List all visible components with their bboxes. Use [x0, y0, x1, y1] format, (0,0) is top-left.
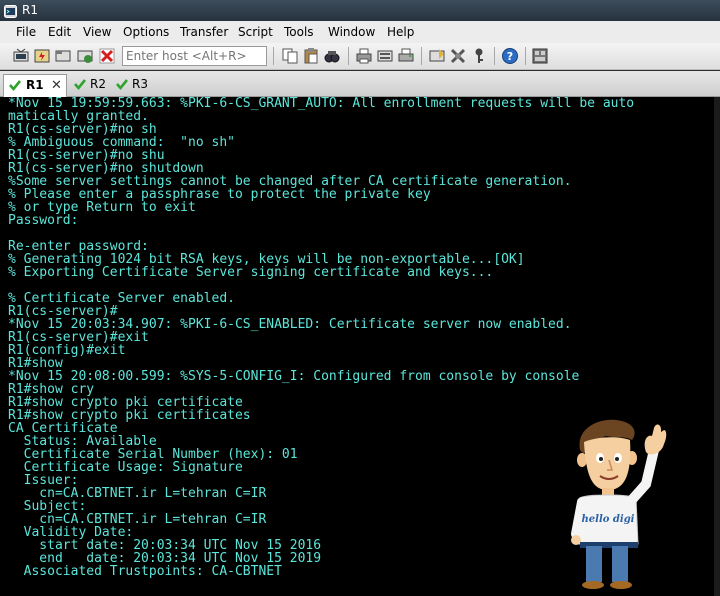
terminal-line: % or type Return to exit: [8, 200, 196, 215]
help-icon[interactable]: ?: [501, 47, 519, 65]
terminal-line: Associated Trustpoints: CA-CBTNET: [8, 564, 282, 579]
toolbar-separator: [525, 47, 526, 65]
host-input[interactable]: [122, 46, 267, 66]
menu-edit[interactable]: Edit: [46, 21, 73, 43]
window-title: R1: [22, 3, 38, 17]
svg-text:?: ?: [507, 50, 513, 63]
tab-r2[interactable]: R2: [74, 74, 110, 97]
disconnect-icon[interactable]: [98, 47, 116, 65]
mascot-shirt-text: hello digi: [582, 514, 635, 525]
app-icon: [4, 4, 17, 18]
tab-label: R3: [132, 77, 148, 91]
connect-in-tab-icon[interactable]: [54, 47, 72, 65]
menu-bar: File Edit View Options Transfer Script T…: [0, 21, 720, 43]
menu-transfer[interactable]: Transfer: [178, 21, 230, 43]
terminal-line: cn=CA.CBTNET.ir L=tehran C=IR: [8, 486, 267, 501]
copy-icon[interactable]: [281, 47, 299, 65]
print-icon[interactable]: [355, 47, 373, 65]
terminal-line: Certificate Usage: Signature: [8, 460, 243, 475]
session-options-icon[interactable]: [428, 47, 446, 65]
terminal-scrollbar[interactable]: [714, 97, 720, 596]
tab-close-icon[interactable]: ✕: [51, 75, 62, 96]
waving-mascot-image: hello digi: [571, 419, 667, 589]
terminal-line: % Exporting Certificate Server signing c…: [8, 265, 494, 280]
menu-tools[interactable]: Tools: [282, 21, 316, 43]
terminal-text: *Nov 15 19:59:59.663: %PKI-6-CS_GRANT_AU…: [8, 97, 634, 578]
window-titlebar: R1: [0, 0, 720, 21]
key-icon[interactable]: [470, 47, 488, 65]
terminal-line: R1(config)#exit: [8, 343, 126, 358]
session-tab-bar: R1 ✕ R2 R3: [0, 71, 720, 97]
toolbar: ?: [0, 43, 720, 70]
terminal-line: *Nov 15 20:08:00.599: %SYS-5-CONFIG_I: C…: [8, 369, 580, 384]
find-icon[interactable]: [323, 47, 341, 65]
tab-label: R2: [90, 77, 106, 91]
tab-label: R1: [26, 78, 44, 92]
menu-window[interactable]: Window: [326, 21, 377, 43]
connected-check-icon: [9, 80, 21, 91]
toolbar-separator: [273, 47, 274, 65]
print-screen-icon[interactable]: [397, 47, 415, 65]
menu-help[interactable]: Help: [385, 21, 416, 43]
terminal-line: Password:: [8, 213, 79, 228]
menu-options[interactable]: Options: [121, 21, 171, 43]
tab-r3[interactable]: R3: [116, 74, 152, 97]
paste-icon[interactable]: [302, 47, 320, 65]
menu-script[interactable]: Script: [236, 21, 275, 43]
print-setup-icon[interactable]: [376, 47, 394, 65]
toolbar-separator: [348, 47, 349, 65]
connect-icon[interactable]: [12, 47, 30, 65]
menu-file[interactable]: File: [14, 21, 38, 43]
menu-view[interactable]: View: [81, 21, 113, 43]
toolbar-separator: [421, 47, 422, 65]
map-keys-icon[interactable]: [531, 47, 549, 65]
toolbar-separator: [494, 47, 495, 65]
reconnect-icon[interactable]: [76, 47, 94, 65]
terminal-output[interactable]: *Nov 15 19:59:59.663: %PKI-6-CS_GRANT_AU…: [0, 97, 714, 596]
connected-check-icon: [116, 79, 128, 90]
connected-check-icon: [74, 79, 86, 90]
global-options-icon[interactable]: [449, 47, 467, 65]
tab-r1[interactable]: R1 ✕: [3, 74, 67, 97]
quick-connect-icon[interactable]: [33, 47, 51, 65]
